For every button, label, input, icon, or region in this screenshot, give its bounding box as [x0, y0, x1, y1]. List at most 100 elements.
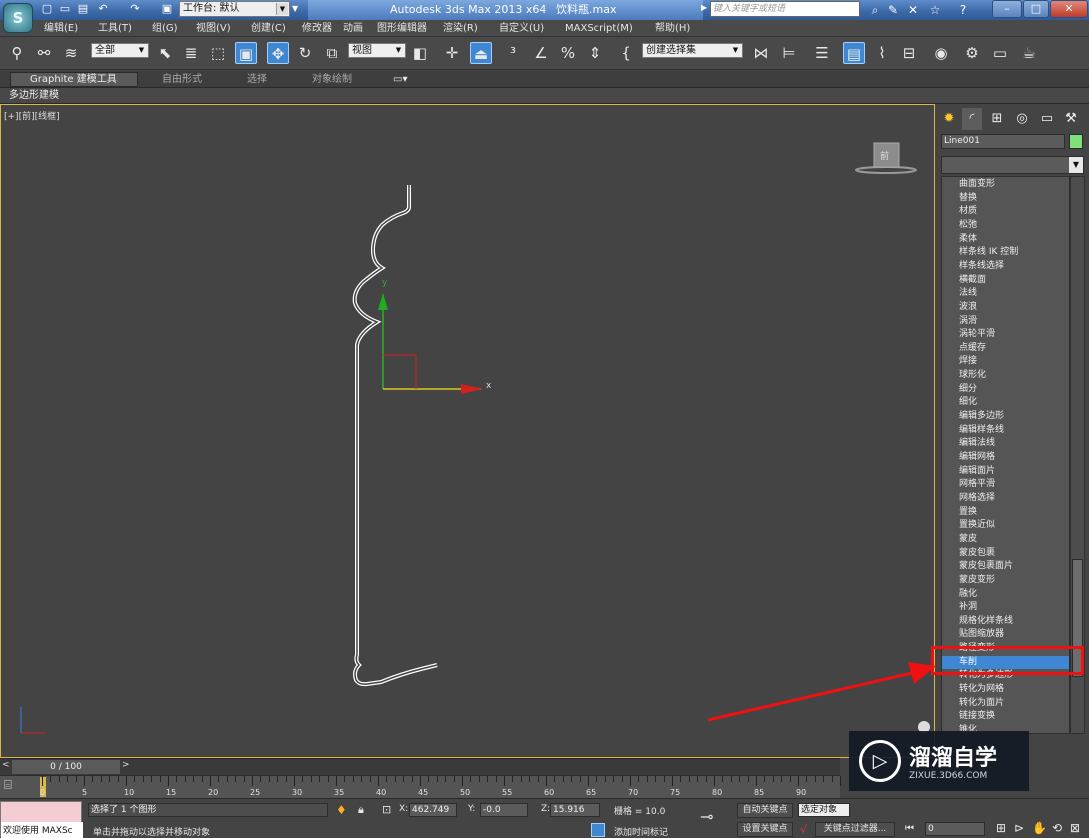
- zoom-extents-icon[interactable]: ⊞: [996, 821, 1006, 835]
- modifier-list-item[interactable]: 细化: [942, 396, 1069, 409]
- modify-tab-icon[interactable]: ◜: [962, 108, 982, 130]
- modifier-list-item[interactable]: 点缓存: [942, 342, 1069, 355]
- modifier-list-item[interactable]: 球形化: [942, 369, 1069, 382]
- modifier-list-item[interactable]: 柔体: [942, 233, 1069, 246]
- select-manipulate-icon[interactable]: ✛: [441, 42, 463, 64]
- modifier-list-item[interactable]: 规格化样条线: [942, 615, 1069, 628]
- modifier-list-dropdown[interactable]: ▼: [941, 156, 1084, 174]
- current-frame-field[interactable]: 0: [925, 822, 985, 836]
- snaps-toggle-icon[interactable]: ³: [502, 42, 524, 64]
- key-filters-button[interactable]: 关键点过滤器...: [815, 822, 895, 837]
- modifier-list-item[interactable]: 蒙皮变形: [942, 574, 1069, 587]
- new-file-icon[interactable]: ▢: [40, 2, 54, 16]
- modifier-list-item[interactable]: 横截面: [942, 274, 1069, 287]
- window-crossing-icon[interactable]: ▣: [235, 42, 257, 64]
- field-of-view-icon[interactable]: ⊳: [1014, 821, 1024, 835]
- menu-tools[interactable]: 工具(T): [98, 20, 132, 37]
- link-icon[interactable]: ⚲: [6, 42, 28, 64]
- x-coordinate-field[interactable]: 462.749: [409, 803, 457, 817]
- spline-line001[interactable]: [352, 185, 438, 687]
- menu-modifiers[interactable]: 修改器: [302, 20, 332, 37]
- communication-icon[interactable]: ✎: [884, 1, 902, 19]
- z-coordinate-field[interactable]: 15.916: [550, 803, 600, 817]
- modifier-list-item[interactable]: 编辑样条线: [942, 424, 1069, 437]
- graphite-toggle-icon[interactable]: ▤: [843, 42, 865, 64]
- modifier-list-item[interactable]: 编辑法线: [942, 437, 1069, 450]
- maximize-button[interactable]: □: [1023, 0, 1049, 18]
- menu-edit[interactable]: 编辑(E): [44, 20, 78, 37]
- time-tag-icon[interactable]: [591, 823, 605, 837]
- select-by-name-icon[interactable]: ≣: [180, 42, 202, 64]
- select-and-scale-icon[interactable]: ⧉: [321, 42, 343, 64]
- modifier-list-item[interactable]: 材质: [942, 205, 1069, 218]
- key-icon[interactable]: ⊸: [700, 807, 713, 826]
- help-icon[interactable]: ?: [954, 1, 972, 19]
- menu-maxscript[interactable]: MAXScript(M): [565, 20, 633, 37]
- key-mode-dropdown[interactable]: 选定对象: [798, 803, 850, 817]
- modifier-list-item[interactable]: 波浪: [942, 301, 1069, 314]
- display-tab-icon[interactable]: ▭: [1037, 108, 1057, 130]
- move-gizmo[interactable]: [378, 293, 483, 394]
- open-file-icon[interactable]: ▭: [58, 2, 72, 16]
- maximize-viewport-icon[interactable]: ⊠: [1070, 821, 1080, 835]
- modifier-list-item[interactable]: 涡轮平滑: [942, 328, 1069, 341]
- orbit-icon[interactable]: ⟲: [1052, 821, 1062, 835]
- absolute-mode-icon[interactable]: ⊡: [382, 803, 391, 816]
- utilities-tab-icon[interactable]: ⚒: [1061, 108, 1081, 130]
- save-icon[interactable]: ▤: [76, 2, 90, 16]
- render-setup-icon[interactable]: ⚙: [961, 42, 983, 64]
- undo-icon[interactable]: ↶: [96, 2, 110, 16]
- maxscript-listener[interactable]: 欢迎使用 MAXSc: [0, 801, 83, 838]
- modifier-list-item[interactable]: 编辑网格: [942, 451, 1069, 464]
- keyboard-shortcut-override-icon[interactable]: ⏏: [470, 42, 492, 64]
- app-logo-icon[interactable]: S: [3, 3, 33, 33]
- select-and-move-icon[interactable]: ✥: [267, 42, 289, 64]
- modifier-list-item[interactable]: 置换近似: [942, 519, 1069, 532]
- modifier-list-item[interactable]: 链接变换: [942, 710, 1069, 723]
- edit-named-selection-icon[interactable]: {: [615, 42, 637, 64]
- project-folder-icon[interactable]: ▣: [160, 2, 174, 16]
- material-editor-icon[interactable]: ◉: [930, 42, 952, 64]
- modifier-list-item[interactable]: 松弛: [942, 219, 1069, 232]
- modifier-list-item[interactable]: 贴图缩放器: [942, 628, 1069, 641]
- modifier-list-item[interactable]: 样条线 IK 控制: [942, 246, 1069, 259]
- quick-access-dropdown-icon[interactable]: ▼: [292, 2, 303, 16]
- workspace-dropdown[interactable]: 工作台: 默认 ▼: [179, 1, 290, 17]
- modifier-list-item[interactable]: 转化为面片: [942, 697, 1069, 710]
- align-icon[interactable]: ⊨: [778, 42, 800, 64]
- menu-help[interactable]: 帮助(H): [655, 20, 690, 37]
- object-name-field[interactable]: Line001: [941, 134, 1065, 149]
- percent-snap-icon[interactable]: %: [557, 42, 579, 64]
- exchange-icon[interactable]: ✕: [904, 1, 922, 19]
- redo-icon[interactable]: ↷: [128, 2, 142, 16]
- maxscript-welcome[interactable]: 欢迎使用 MAXSc: [1, 822, 83, 838]
- time-next-icon[interactable]: >: [122, 760, 130, 770]
- angle-snap-icon[interactable]: ∠: [530, 42, 552, 64]
- close-button[interactable]: ✕: [1050, 0, 1088, 18]
- object-color-swatch[interactable]: [1069, 134, 1083, 149]
- time-slider-value[interactable]: 0 / 100: [12, 760, 120, 774]
- modifier-list-item[interactable]: 置换: [942, 506, 1069, 519]
- curve-editor-icon[interactable]: ⌇: [871, 42, 893, 64]
- selection-filter-dropdown[interactable]: 全部 ▼: [91, 43, 149, 58]
- menu-create[interactable]: 创建(C): [251, 20, 286, 37]
- modifier-list-item[interactable]: 融化: [942, 588, 1069, 601]
- rendered-frame-window-icon[interactable]: ▭: [989, 42, 1011, 64]
- auto-key-button[interactable]: 自动关键点: [737, 803, 793, 818]
- layer-manager-icon[interactable]: ☰: [811, 42, 833, 64]
- isolate-selection-icon[interactable]: ♦: [336, 803, 347, 817]
- bind-space-warp-icon[interactable]: ≋: [60, 42, 82, 64]
- tab-graphite[interactable]: Graphite 建模工具: [30, 71, 117, 88]
- y-coordinate-field[interactable]: -0.0: [480, 803, 528, 817]
- modifier-list-item[interactable]: 编辑多边形: [942, 410, 1069, 423]
- menu-group[interactable]: 组(G): [152, 20, 178, 37]
- tab-selection[interactable]: 选择: [247, 71, 267, 88]
- menu-rendering[interactable]: 渲染(R): [443, 20, 478, 37]
- add-time-tag[interactable]: 添加时间标记: [614, 825, 668, 838]
- select-and-rotate-icon[interactable]: ↻: [294, 42, 316, 64]
- render-production-icon[interactable]: ☕: [1018, 42, 1040, 64]
- modifier-list-item[interactable]: 蒙皮: [942, 533, 1069, 546]
- modifier-list-item[interactable]: 网格平滑: [942, 478, 1069, 491]
- modifier-list-item[interactable]: 蒙皮包裹: [942, 547, 1069, 560]
- pivot-center-icon[interactable]: ◧: [409, 42, 431, 64]
